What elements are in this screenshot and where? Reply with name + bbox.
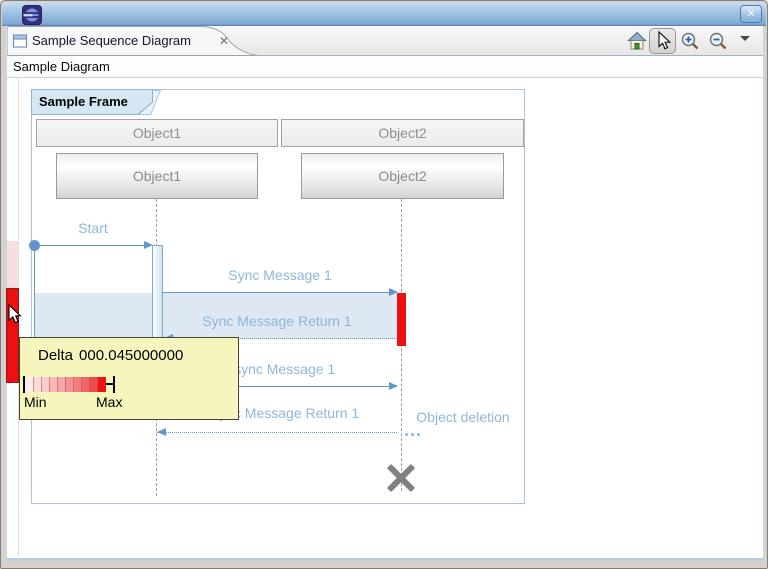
message-line-async1-return[interactable] xyxy=(157,432,397,433)
async1-return-arrowhead-icon xyxy=(157,428,166,436)
execution-occurrence-object1[interactable] xyxy=(152,245,163,341)
application-window: ✕ Sample Sequence Diagram ✕ Sample Diagr xyxy=(0,0,768,569)
select-cursor-button[interactable] xyxy=(649,28,676,54)
gauge-segments xyxy=(26,377,106,392)
message-label-sync1[interactable]: Sync Message 1 xyxy=(180,267,380,283)
gauge-min-tick xyxy=(23,376,25,393)
message-label-start[interactable]: Start xyxy=(53,220,133,236)
zoom-in-button[interactable] xyxy=(680,31,700,51)
time-compression-segment-small[interactable] xyxy=(7,241,18,288)
view-icon xyxy=(13,34,27,48)
time-compression-segment-selected[interactable] xyxy=(6,288,19,383)
select-cursor-icon xyxy=(650,29,675,53)
frame-label[interactable]: Sample Frame xyxy=(31,89,153,115)
delta-value: 000.045000000 xyxy=(79,347,183,364)
message-label-sync1-return[interactable]: Sync Message Return 1 xyxy=(177,313,377,329)
delta-label: Delta xyxy=(38,347,73,364)
breadcrumb: Sample Diagram xyxy=(7,56,763,78)
view-menu-icon[interactable] xyxy=(739,35,751,42)
execution-occurrence-object2-red[interactable] xyxy=(397,293,406,346)
ellipsis-message: ... xyxy=(404,420,422,441)
object-box-object2[interactable]: Object2 xyxy=(301,153,504,199)
home-button[interactable] xyxy=(627,31,647,51)
window-close-button[interactable]: ✕ xyxy=(740,5,762,23)
gauge-min-label: Min xyxy=(24,394,47,410)
tab-close-icon[interactable]: ✕ xyxy=(219,34,229,48)
frame-title: Sample Frame xyxy=(32,90,152,114)
message-line-sync1[interactable] xyxy=(163,292,397,293)
eclipse-icon xyxy=(22,5,42,25)
delta-tooltip: Delta 000.045000000 Min Max xyxy=(19,337,239,420)
gauge-max-label: Max xyxy=(96,394,122,410)
zoom-out-button[interactable] xyxy=(708,31,728,51)
object-box-object1[interactable]: Object1 xyxy=(56,153,258,199)
async1-arrowhead-icon xyxy=(389,382,398,390)
lifeline-header-object2[interactable]: Object2 xyxy=(281,119,524,147)
tab-title: Sample Sequence Diagram xyxy=(32,33,191,48)
gauge-connector xyxy=(106,383,113,385)
mouse-cursor-icon xyxy=(8,304,23,326)
lifeline-header-object1[interactable]: Object1 xyxy=(36,119,278,147)
delta-gauge xyxy=(23,375,115,393)
message-line-start[interactable] xyxy=(34,245,145,246)
gauge-max-tick xyxy=(113,376,115,393)
title-bar[interactable]: ✕ xyxy=(2,2,766,26)
delta-tooltip-text: Delta 000.045000000 xyxy=(38,347,183,364)
